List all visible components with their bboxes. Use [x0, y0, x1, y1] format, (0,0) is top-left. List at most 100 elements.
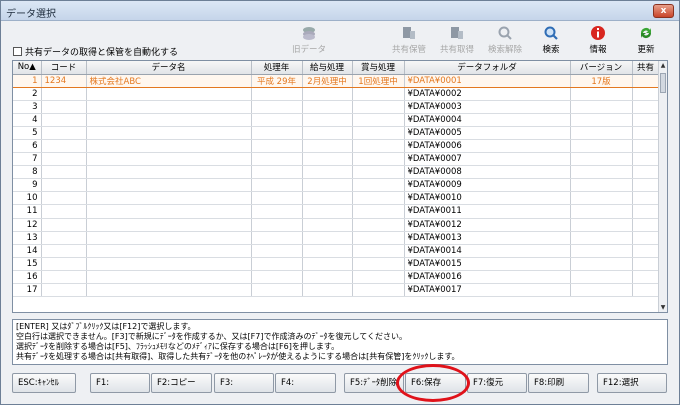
f5-delete-button[interactable]: F5:ﾃﾞｰﾀ削除	[344, 373, 404, 393]
table-row[interactable]: 11 ¥DATA¥0011	[13, 204, 660, 219]
cell-version	[570, 113, 633, 127]
cell-bonus	[352, 270, 405, 285]
search-button[interactable]: 検索	[533, 25, 569, 57]
scroll-up-icon[interactable]: ▲	[659, 61, 667, 70]
col-folder[interactable]: データフォルダ	[404, 61, 571, 75]
search-clear-label: 検索解除	[487, 45, 522, 55]
table-row[interactable]: 9 ¥DATA¥0009	[13, 178, 660, 193]
data-grid[interactable]: No▲ コード データ名 処理年 給与処理 賞与処理 データフォルダ バージョン…	[12, 60, 668, 313]
col-salary[interactable]: 給与処理	[302, 61, 353, 75]
cell-folder: ¥DATA¥0001	[404, 73, 571, 88]
col-bonus[interactable]: 賞与処理	[352, 61, 405, 75]
cell-no: 8	[13, 165, 42, 180]
cell-version	[570, 231, 633, 245]
f7-restore-button[interactable]: F7:復元	[467, 373, 527, 393]
table-row[interactable]: 14 ¥DATA¥0014	[13, 244, 660, 258]
cell-salary	[302, 113, 353, 127]
share-get-button[interactable]: 共有取得	[435, 25, 479, 57]
col-data-name[interactable]: データ名	[86, 61, 252, 75]
cell-folder: ¥DATA¥0003	[404, 100, 571, 114]
info-button[interactable]: 情報	[583, 25, 613, 57]
col-version[interactable]: バージョン	[570, 61, 633, 75]
cell-folder: ¥DATA¥0006	[404, 139, 571, 154]
col-shared[interactable]: 共有	[632, 61, 660, 75]
table-row[interactable]: 16 ¥DATA¥0016	[13, 270, 660, 285]
cell-folder: ¥DATA¥0008	[404, 165, 571, 180]
cell-salary	[302, 126, 353, 140]
cell-version	[570, 191, 633, 206]
table-row-selected[interactable]: 1 1234 株式会社ABC 平成 29年 2月処理中 1回処理中 ¥DATA¥…	[13, 73, 660, 88]
table-row[interactable]: 7 ¥DATA¥0007	[13, 152, 660, 167]
cell-data-name	[86, 126, 252, 140]
cell-no: 4	[13, 113, 42, 127]
help-line-1: [ENTER] 又はﾀﾞﾌﾞﾙｸﾘｯｸ又は[F12]で選択します。	[16, 322, 196, 331]
table-row[interactable]: 8 ¥DATA¥0008	[13, 165, 660, 180]
help-line-4: 共有ﾃﾞｰﾀを処理する場合は[共有取得]、取得した共有ﾃﾞｰﾀを他のｵﾍﾟﾚｰﾀ…	[16, 352, 460, 361]
cell-salary	[302, 100, 353, 114]
cell-no: 10	[13, 191, 42, 206]
table-header-row: No▲ コード データ名 処理年 給与処理 賞与処理 データフォルダ バージョン…	[13, 61, 660, 75]
cell-salary	[302, 204, 353, 219]
cell-code	[41, 231, 87, 245]
cell-folder: ¥DATA¥0011	[404, 204, 571, 219]
cell-shared	[632, 283, 660, 298]
scroll-down-icon[interactable]: ▼	[659, 303, 667, 312]
cell-version	[570, 165, 633, 180]
search-label: 検索	[542, 45, 560, 55]
update-label: 更新	[637, 45, 655, 55]
f4-button[interactable]: F4:	[275, 373, 336, 393]
cell-code	[41, 139, 87, 154]
cell-code	[41, 191, 87, 206]
help-line-2: 空白行は選択できません。[F3]で新規にﾃﾞｰﾀを作成するか、又は[F7]で作成…	[16, 332, 407, 341]
cell-folder: ¥DATA¥0014	[404, 244, 571, 258]
cell-shared	[632, 126, 660, 140]
share-save-button[interactable]: 共有保管	[387, 25, 431, 57]
cell-data-name	[86, 218, 252, 232]
cell-year	[251, 113, 303, 127]
search-clear-button[interactable]: 検索解除	[483, 25, 527, 57]
disc-stack-icon	[303, 27, 315, 40]
update-button[interactable]: 更新	[631, 25, 661, 57]
f3-button[interactable]: F3:	[214, 373, 274, 393]
cell-shared	[632, 270, 660, 285]
auto-share-option[interactable]: 共有データの取得と保管を自動化する	[13, 45, 178, 58]
f8-print-button[interactable]: F8:印刷	[528, 373, 589, 393]
cell-version	[570, 126, 633, 140]
table-row[interactable]: 13 ¥DATA¥0013	[13, 231, 660, 245]
auto-share-checkbox[interactable]	[13, 47, 22, 56]
col-code[interactable]: コード	[41, 61, 87, 75]
cell-bonus	[352, 113, 405, 127]
table-row[interactable]: 2 ¥DATA¥0002	[13, 87, 660, 101]
scroll-thumb[interactable]	[660, 73, 666, 93]
table-row[interactable]: 15 ¥DATA¥0015	[13, 257, 660, 271]
cell-data-name	[86, 244, 252, 258]
cell-data-name	[86, 270, 252, 285]
cell-shared	[632, 231, 660, 245]
table-row[interactable]: 17 ¥DATA¥0017	[13, 283, 660, 298]
cell-salary: 2月処理中	[302, 73, 353, 88]
cell-salary	[302, 231, 353, 245]
esc-cancel-button[interactable]: ESC:ｷｬﾝｾﾙ	[12, 373, 76, 393]
table-row[interactable]: 4 ¥DATA¥0004	[13, 113, 660, 127]
cell-no: 15	[13, 257, 42, 271]
cell-version: 17版	[570, 73, 633, 88]
table-row[interactable]: 5 ¥DATA¥0005	[13, 126, 660, 140]
cell-code	[41, 270, 87, 285]
f1-button[interactable]: F1:	[90, 373, 150, 393]
cell-folder: ¥DATA¥0017	[404, 283, 571, 298]
col-year[interactable]: 処理年	[251, 61, 303, 75]
old-data-button[interactable]: 旧データ	[285, 25, 333, 57]
table-row[interactable]: 10 ¥DATA¥0010	[13, 191, 660, 206]
search-icon	[544, 26, 558, 40]
f2-copy-button[interactable]: F2:コピー	[151, 373, 212, 393]
cell-code	[41, 152, 87, 167]
close-button[interactable]: x	[653, 4, 674, 18]
vertical-scrollbar[interactable]: ▲ ▼	[658, 61, 667, 312]
table-row[interactable]: 12 ¥DATA¥0012	[13, 218, 660, 232]
f12-select-button[interactable]: F12:選択	[597, 373, 667, 393]
cell-version	[570, 87, 633, 101]
cell-year	[251, 139, 303, 154]
table-row[interactable]: 3 ¥DATA¥0003	[13, 100, 660, 114]
col-no[interactable]: No▲	[13, 61, 42, 75]
table-row[interactable]: 6 ¥DATA¥0006	[13, 139, 660, 154]
